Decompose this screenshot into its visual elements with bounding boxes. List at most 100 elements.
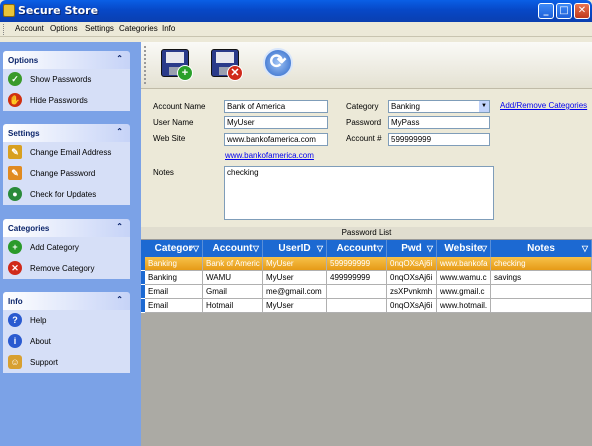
globe-icon: ● [8,187,22,201]
menu-account[interactable]: Account [15,24,44,33]
collapse-icon[interactable]: ⌃ [116,222,123,231]
account-number-field[interactable]: 599999999 [388,133,490,146]
stop-hand-icon: ✋ [8,93,22,107]
cell-account-number[interactable] [327,299,387,313]
show-passwords-item[interactable]: ✓ Show Passwords [3,69,130,90]
cell-pwd[interactable]: 0nqOXsAj6i [387,299,437,313]
cell-website[interactable]: www.hotmail. [437,299,491,313]
cell-website[interactable]: www.gmail.c [437,285,491,299]
category-select[interactable]: Banking ▼ [388,100,490,113]
refresh-button[interactable]: ⟳ [258,45,298,85]
filter-icon: ▽ [581,244,588,253]
cell-userid[interactable]: MyUser [263,257,327,271]
cell-account[interactable]: Bank of Americ [203,257,263,271]
dropdown-arrow-icon[interactable]: ▼ [479,101,489,112]
collapse-icon[interactable]: ⌃ [116,54,123,63]
cell-website[interactable]: www.wamu.c [437,271,491,285]
x-badge-icon: ✕ [227,65,243,81]
collapse-icon[interactable]: ⌃ [116,127,123,136]
add-category-item[interactable]: + Add Category [3,237,130,258]
maximize-button[interactable]: □ [556,3,572,19]
info-icon: i [8,334,22,348]
cell-account-number[interactable]: 599999999 [327,257,387,271]
close-button[interactable]: ✕ [574,3,590,19]
password-list-grid: Password List Categor ▿▽ Account ▽ UserID ▽… [141,227,592,446]
about-item[interactable]: i About [3,331,130,352]
cell-notes[interactable]: savings [491,271,592,285]
options-panel: Options ⌃ ✓ Show Passwords ✋ Hide Passwords [3,51,130,111]
cell-pwd[interactable]: 0nqOXsAj6i [387,257,437,271]
info-panel-header[interactable]: Info ⌃ [3,292,130,310]
col-account[interactable]: Account ▽ [203,240,263,257]
check-updates-item[interactable]: ● Check for Updates [3,184,130,205]
collapse-icon[interactable]: ⌃ [116,295,123,304]
categories-panel-header[interactable]: Categories ⌃ [3,219,130,237]
cell-userid[interactable]: MyUser [263,299,327,313]
remove-category-item[interactable]: ✕ Remove Category [3,258,130,279]
help-icon: ? [8,313,22,327]
cell-userid[interactable]: MyUser [263,271,327,285]
web-site-field[interactable]: www.bankofamerica.com [224,133,328,146]
cell-userid[interactable]: me@gmail.com [263,285,327,299]
cell-notes[interactable] [491,299,592,313]
cell-account[interactable]: Gmail [203,285,263,299]
col-category[interactable]: Categor ▿▽ [145,240,203,257]
menu-options[interactable]: Options [50,24,78,33]
col-website[interactable]: Website ▽ [437,240,491,257]
options-panel-header[interactable]: Options ⌃ [3,51,130,69]
filter-icon: ▽ [480,244,487,253]
cell-pwd[interactable]: 0nqOXsAj6i [387,271,437,285]
cell-category[interactable]: Banking [145,257,203,271]
account-name-field[interactable]: Bank of America [224,100,328,113]
add-remove-categories-link[interactable]: Add/Remove Categories [500,101,587,110]
help-item[interactable]: ? Help [3,310,130,331]
support-people-icon: ☺ [8,355,22,369]
title-bar[interactable]: Secure Store _ □ ✕ [0,0,592,22]
table-row[interactable]: Banking WAMU MyUser 499999999 0nqOXsAj6i www.… [141,271,592,285]
info-panel: Info ⌃ ? Help i About ☺ Support [3,292,130,373]
user-name-field[interactable]: MyUser [224,116,328,129]
change-email-item[interactable]: ✎ Change Email Address [3,142,130,163]
support-item[interactable]: ☺ Support [3,352,130,373]
filter-icon: ▽ [252,244,259,253]
table-row[interactable]: Email Gmail me@gmail.com zsXPvnkmh www.gmail… [141,285,592,299]
notes-field[interactable]: checking [224,166,494,220]
cell-account[interactable]: WAMU [203,271,263,285]
menu-categories[interactable]: Categories [119,24,158,33]
hide-passwords-item[interactable]: ✋ Hide Passwords [3,90,130,111]
refresh-icon: ⟳ [263,48,293,78]
add-account-button[interactable]: + [155,45,195,85]
table-row[interactable]: Email Hotmail MyUser 0nqOXsAj6i www.hotmail. [141,299,592,313]
password-field[interactable]: MyPass [388,116,490,129]
remove-icon: ✕ [8,261,22,275]
cell-category[interactable]: Banking [145,271,203,285]
cell-notes[interactable] [491,285,592,299]
col-account-number[interactable]: Account ▽ [327,240,387,257]
col-notes[interactable]: Notes ▽ [491,240,592,257]
password-label: Password [346,118,382,127]
cell-account[interactable]: Hotmail [203,299,263,313]
menu-bar: Account Options Settings Categories Info [0,22,592,37]
main-area: + ✕ ⟳ Account Name Bank of America User … [141,42,592,446]
menu-info[interactable]: Info [162,24,175,33]
menu-settings[interactable]: Settings [85,24,114,33]
cell-account-number[interactable] [327,285,387,299]
web-site-link[interactable]: www.bankofamerica.com [225,151,314,160]
col-userid[interactable]: UserID ▽ [263,240,327,257]
cell-account-number[interactable]: 499999999 [327,271,387,285]
window-title: Secure Store [18,4,99,17]
col-pwd[interactable]: Pwd ▽ [387,240,437,257]
cell-pwd[interactable]: zsXPvnkmh [387,285,437,299]
cell-website[interactable]: www.bankofa [437,257,491,271]
cell-category[interactable]: Email [145,299,203,313]
main-window: Secure Store _ □ ✕ Account Options Setti… [0,0,592,446]
delete-account-button[interactable]: ✕ [205,45,245,85]
table-row[interactable]: Banking Bank of Americ MyUser 599999999 0nqO… [141,257,592,271]
cell-category[interactable]: Email [145,285,203,299]
settings-panel: Settings ⌃ ✎ Change Email Address ✎ Change … [3,124,130,205]
settings-panel-header[interactable]: Settings ⌃ [3,124,130,142]
cell-notes[interactable]: checking [491,257,592,271]
change-password-item[interactable]: ✎ Change Password [3,163,130,184]
minimize-button[interactable]: _ [538,3,554,19]
pencil-icon: ✎ [8,145,22,159]
